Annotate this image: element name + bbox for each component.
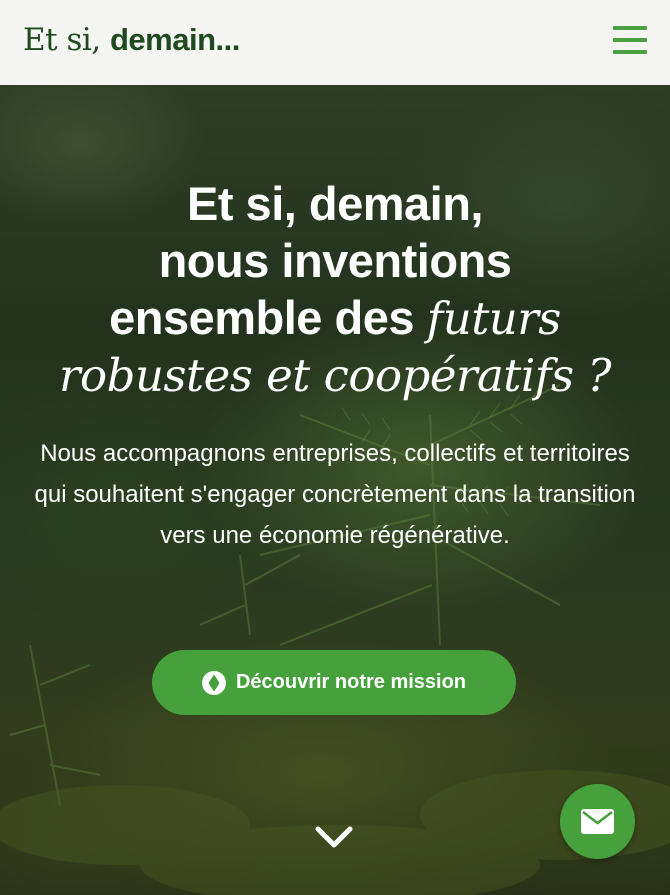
site-header: Et si, demain... [0,0,670,85]
menu-bar [613,38,647,42]
hero-description: Nous accompagnons entreprises, collectif… [34,440,636,549]
headline-italic-part: futurs [426,292,562,345]
site-logo[interactable]: Et si, demain... [23,22,240,58]
hamburger-menu-icon[interactable] [613,26,647,54]
hero-headline: Et si, demain, nous inventions ensemble … [0,175,670,404]
logo-text-part1: Et si, [23,22,110,58]
headline-line: Et si, demain, [187,177,483,230]
menu-bar [613,50,647,54]
compass-icon [201,670,226,695]
hero-section: Et si, demain, nous inventions ensemble … [0,85,670,895]
headline-line-italic: robustes et coopératifs ? [59,349,611,402]
headline-line: ensemble des futurs [0,289,670,347]
headline-bold-part: ensemble des [109,291,427,344]
chevron-down-icon[interactable] [314,823,354,853]
cta-label: Découvrir notre mission [235,671,467,693]
headline-line: nous inventions [158,234,512,287]
logo-text-part2: demain... [109,22,240,57]
menu-bar [613,26,647,30]
envelope-icon [581,809,614,834]
contact-button[interactable] [560,784,635,859]
discover-mission-button[interactable]: Découvrir notre mission [152,650,516,715]
